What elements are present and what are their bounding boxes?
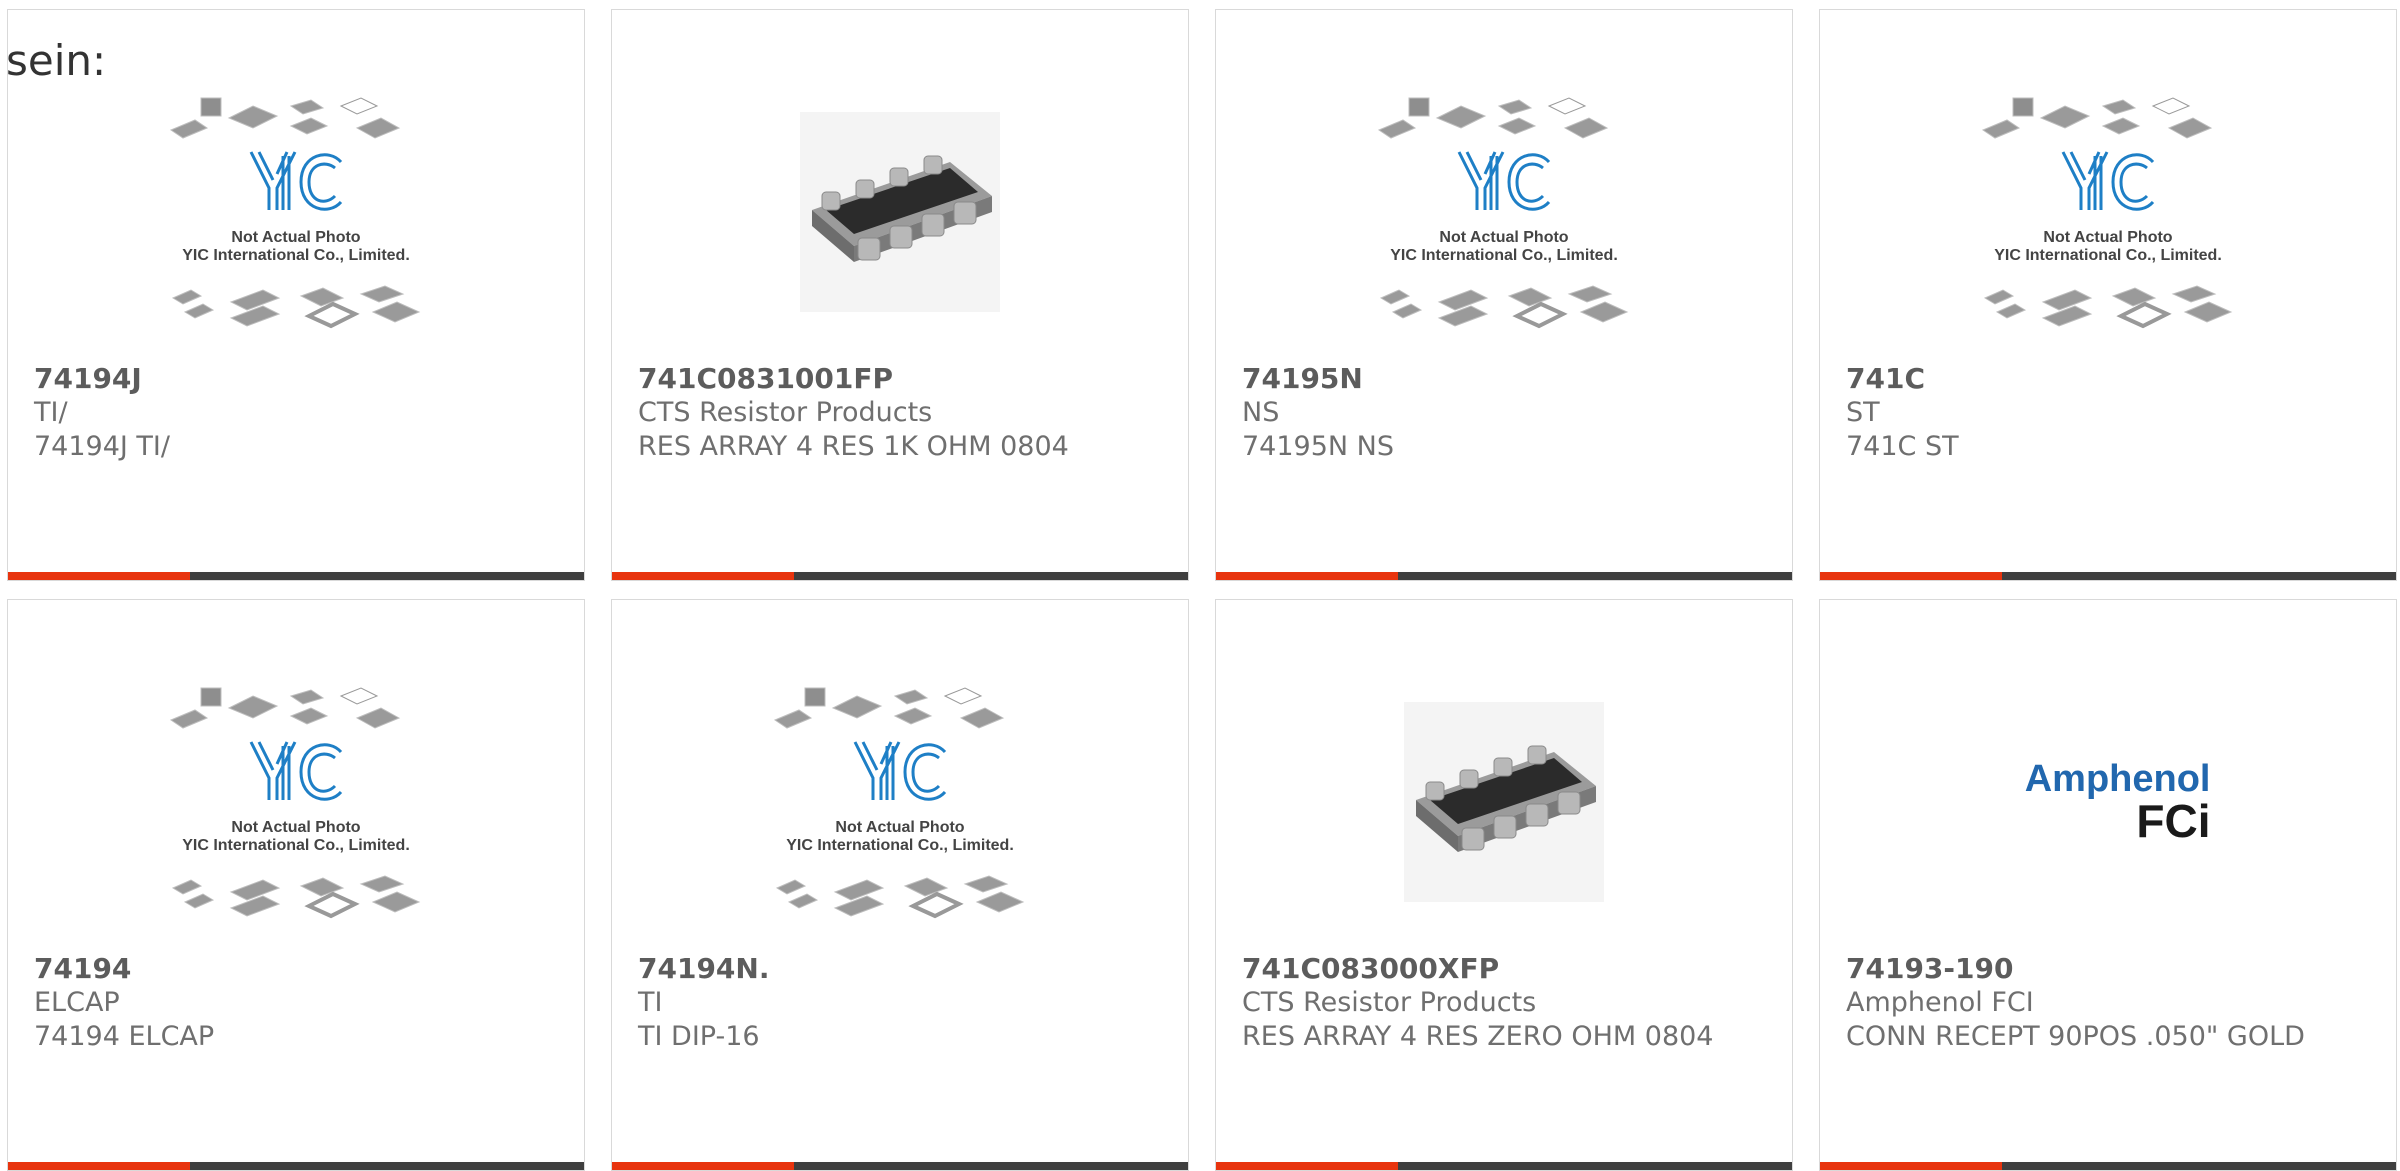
placeholder-line-2: YIC International Co., Limited. [786, 837, 1014, 854]
manufacturer: Amphenol FCI [1846, 987, 2034, 1018]
part-number[interactable]: 741C0831001FP [638, 362, 1168, 396]
description: TI DIP-16 [638, 1021, 760, 1052]
placeholder-line-1: Not Actual Photo [1439, 229, 1568, 246]
placeholder-line-2: YIC International Co., Limited. [1390, 247, 1618, 264]
part-number[interactable]: 74194 [34, 952, 564, 986]
product-card[interactable]: 741C083000XFP CTS Resistor Products RES … [1215, 599, 1793, 1171]
part-number[interactable]: 74195N [1242, 362, 1772, 396]
card-accent-bar [8, 1162, 584, 1170]
page-heading: sein: [6, 36, 107, 85]
placeholder-line-2: YIC International Co., Limited. [182, 837, 410, 854]
description: RES ARRAY 4 RES ZERO OHM 0804 [1242, 1021, 1714, 1052]
yic-logo [2061, 151, 2155, 211]
product-image[interactable]: Amphenol FCi [1820, 662, 2396, 942]
product-card[interactable]: Not Actual Photo YIC International Co., L… [7, 9, 585, 581]
product-image[interactable]: Not Actual Photo YIC International Co., L… [1820, 72, 2396, 352]
yic-logo [1457, 151, 1551, 211]
placeholder-line-2: YIC International Co., Limited. [182, 247, 410, 264]
resistor-array-photo [800, 112, 1000, 312]
description: 74195N NS [1242, 431, 1395, 462]
card-accent-bar [1216, 1162, 1792, 1170]
yic-logo [249, 741, 343, 801]
product-image[interactable]: Not Actual Photo YIC International Co., L… [612, 662, 1188, 942]
manufacturer: CTS Resistor Products [638, 397, 933, 428]
resistor-array-photo [1404, 702, 1604, 902]
placeholder-illustration: Not Actual PhotoYIC International Co., L… [1981, 97, 2233, 329]
manufacturer: CTS Resistor Products [1242, 987, 1537, 1018]
part-number[interactable]: 74194J [34, 362, 564, 396]
placeholder-illustration: Not Actual PhotoYIC International Co., L… [1377, 97, 1629, 329]
product-image[interactable]: Not Actual Photo YIC International Co., L… [8, 662, 584, 942]
amphenol-logo: Amphenol FCi [2006, 760, 2211, 844]
product-card[interactable]: Not Actual Photo YIC International Co., L… [1215, 9, 1793, 581]
placeholder-illustration: Not Actual PhotoYIC International Co., L… [169, 97, 421, 329]
card-accent-bar [612, 1162, 1188, 1170]
amphenol-logo-line-1: Amphenol [2024, 758, 2211, 800]
yic-logo [853, 741, 947, 801]
product-image[interactable] [612, 72, 1188, 352]
placeholder-line-1: Not Actual Photo [231, 819, 360, 836]
part-number[interactable]: 74193-190 [1846, 952, 2376, 986]
placeholder-line-1: Not Actual Photo [231, 229, 360, 246]
product-card[interactable]: Not Actual Photo YIC International Co., L… [611, 599, 1189, 1171]
card-accent-bar [1820, 1162, 2396, 1170]
product-image[interactable]: Not Actual Photo YIC International Co., L… [1216, 72, 1792, 352]
description: 74194J TI/ [34, 431, 170, 462]
placeholder-line-1: Not Actual Photo [835, 819, 964, 836]
manufacturer: NS [1242, 397, 1280, 428]
card-accent-bar [1216, 572, 1792, 580]
description: RES ARRAY 4 RES 1K OHM 0804 [638, 431, 1069, 462]
product-card[interactable]: 741C0831001FP CTS Resistor Products RES … [611, 9, 1189, 581]
product-card[interactable]: Amphenol FCi 74193-190 Amphenol FCI CONN … [1819, 599, 2397, 1171]
card-accent-bar [612, 572, 1188, 580]
amphenol-logo-line-2: FCi [2136, 795, 2211, 847]
card-accent-bar [1820, 572, 2396, 580]
manufacturer: TI [638, 987, 663, 1018]
manufacturer: ELCAP [34, 987, 120, 1018]
manufacturer: ST [1846, 397, 1880, 428]
product-card[interactable]: Not Actual Photo YIC International Co., L… [1819, 9, 2397, 581]
description: 741C ST [1846, 431, 1959, 462]
placeholder-illustration: Not Actual PhotoYIC International Co., L… [773, 687, 1025, 919]
placeholder-line-2: YIC International Co., Limited. [1994, 247, 2222, 264]
part-number[interactable]: 741C083000XFP [1242, 952, 1772, 986]
part-number[interactable]: 741C [1846, 362, 2376, 396]
placeholder-line-1: Not Actual Photo [2043, 229, 2172, 246]
product-card[interactable]: Not Actual Photo YIC International Co., L… [7, 599, 585, 1171]
product-image[interactable] [1216, 662, 1792, 942]
yic-logo [249, 151, 343, 211]
part-number[interactable]: 74194N. [638, 952, 1168, 986]
description: 74194 ELCAP [34, 1021, 215, 1052]
manufacturer: TI/ [34, 397, 68, 428]
placeholder-illustration: Not Actual PhotoYIC International Co., L… [169, 687, 421, 919]
description: CONN RECEPT 90POS .050" GOLD [1846, 1021, 2305, 1052]
card-accent-bar [8, 572, 584, 580]
product-image[interactable]: Not Actual Photo YIC International Co., L… [8, 72, 584, 352]
